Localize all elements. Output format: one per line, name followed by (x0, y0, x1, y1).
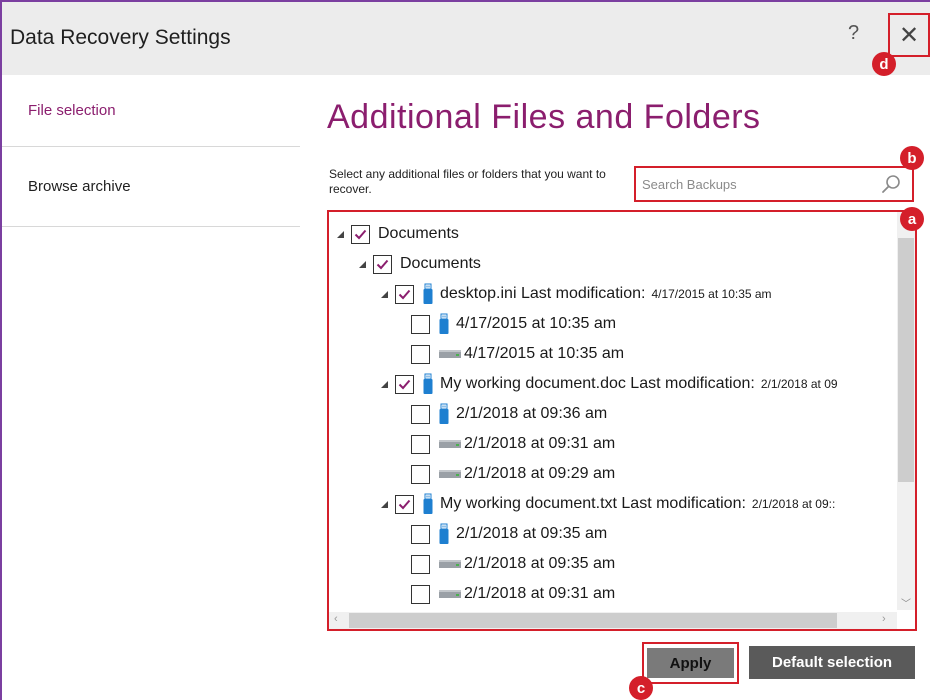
tree-row[interactable]: 2/1/2018 at 09:31 am (411, 582, 615, 606)
annotation-badge-b: b (900, 146, 924, 170)
tree-checkbox[interactable] (411, 314, 430, 334)
last-modification-value: 2/1/2018 at 09:: (751, 497, 836, 511)
tree-checkbox[interactable] (411, 554, 430, 574)
scroll-left-arrow-icon[interactable]: ‹ (334, 613, 338, 625)
hard-drive-icon (438, 558, 462, 570)
checkmark-icon (398, 289, 411, 299)
tree-checkbox[interactable] (411, 404, 430, 424)
search-box (634, 166, 914, 202)
default-selection-button[interactable]: Default selection (749, 646, 915, 679)
checkmark-icon (354, 229, 367, 239)
expand-triangle-icon[interactable] (379, 289, 389, 299)
tree-row[interactable]: 2/1/2018 at 09:31 am (411, 432, 615, 456)
checkmark-icon (376, 259, 389, 269)
hard-drive-icon (438, 348, 462, 360)
window-title: Data Recovery Settings (10, 26, 231, 49)
tree-item-label: Documents (400, 255, 481, 272)
usb-drive-icon (422, 493, 434, 515)
title-bar: Data Recovery Settings ? ✕ d (2, 0, 930, 76)
help-button[interactable]: ? (848, 22, 859, 45)
expand-triangle-icon[interactable] (335, 229, 345, 239)
horizontal-scrollbar[interactable]: ‹ › (329, 612, 897, 629)
tree-item-label: 4/17/2015 at 10:35 am (464, 345, 625, 362)
usb-drive-icon (422, 373, 434, 395)
tree-checkbox[interactable] (373, 254, 392, 274)
vertical-scrollbar-thumb[interactable] (898, 238, 914, 482)
close-icon: ✕ (898, 21, 920, 49)
tree-checkbox[interactable] (351, 224, 370, 244)
file-tree-panel: Documents Documents desktop.ini Last modif… (327, 210, 917, 631)
hard-drive-icon (438, 438, 462, 450)
sidebar-item-file-selection[interactable]: File selection (2, 75, 300, 147)
instructions-text: Select any additional files or folders t… (329, 167, 606, 196)
tree-row[interactable]: 2/1/2018 at 09:29 am (411, 462, 615, 486)
usb-drive-icon (438, 523, 450, 545)
scroll-down-arrow-icon[interactable]: ﹀ (901, 595, 911, 610)
tree-item-label: 2/1/2018 at 09:31 am (464, 585, 616, 602)
tree-checkbox[interactable] (395, 284, 414, 304)
tree-item-label: My working document.doc Last modificatio… (440, 375, 755, 392)
tree-checkbox[interactable] (411, 464, 430, 484)
tree-checkbox[interactable] (411, 344, 430, 364)
annotation-badge-d: d (872, 52, 896, 76)
vertical-scrollbar[interactable]: ﹀ (897, 212, 915, 610)
annotation-badge-a: a (900, 207, 924, 231)
tree-row[interactable]: My working document.txt Last modificatio… (379, 492, 835, 516)
tree-row[interactable]: Documents (357, 252, 481, 276)
tree-item-label: My working document.txt Last modificatio… (440, 495, 746, 512)
tree-row[interactable]: desktop.ini Last modification: 4/17/2015 … (379, 282, 772, 306)
tree-item-label: desktop.ini Last modification: (440, 285, 646, 302)
tree-checkbox[interactable] (395, 494, 414, 514)
tree-row[interactable]: 2/1/2018 at 09:36 am (411, 402, 607, 426)
tree-row[interactable]: 2/1/2018 at 09:35 am (411, 552, 615, 576)
page-title: Additional Files and Folders (327, 98, 761, 136)
tree-checkbox[interactable] (411, 524, 430, 544)
annotation-badge-c: c (629, 676, 653, 700)
tree-item-label: Documents (378, 225, 459, 242)
tree-item-label: 4/17/2015 at 10:35 am (456, 315, 617, 332)
tree-checkbox[interactable] (411, 584, 430, 604)
tree-row[interactable]: 4/17/2015 at 10:35 am (411, 342, 624, 366)
tree-item-label: 2/1/2018 at 09:36 am (456, 405, 608, 422)
scroll-right-arrow-icon[interactable]: › (882, 613, 886, 625)
expand-triangle-icon[interactable] (357, 259, 367, 269)
hard-drive-icon (438, 588, 462, 600)
last-modification-value: 4/17/2015 at 10:35 am (651, 287, 772, 301)
tree-checkbox[interactable] (395, 374, 414, 394)
tree-row[interactable]: 4/17/2015 at 10:35 am (411, 312, 616, 336)
tree-row[interactable]: 2/1/2018 at 09:35 am (411, 522, 607, 546)
tree-row[interactable]: My working document.doc Last modificatio… (379, 372, 838, 396)
tree-item-label: 2/1/2018 at 09:31 am (464, 435, 616, 452)
expand-triangle-icon[interactable] (379, 499, 389, 509)
search-input[interactable] (642, 174, 877, 194)
sidebar: File selection Browse archive (2, 75, 302, 700)
last-modification-value: 2/1/2018 at 09 (760, 377, 838, 391)
close-button[interactable]: ✕ (888, 13, 930, 57)
file-tree: Documents Documents desktop.ini Last modif… (329, 212, 895, 610)
usb-drive-icon (438, 403, 450, 425)
usb-drive-icon (422, 283, 434, 305)
usb-drive-icon (438, 313, 450, 335)
tree-checkbox[interactable] (411, 434, 430, 454)
checkmark-icon (398, 499, 411, 509)
tree-item-label: 2/1/2018 at 09:35 am (464, 555, 616, 572)
tree-row[interactable]: Documents (335, 222, 459, 246)
apply-button-highlight: Apply (642, 642, 739, 684)
apply-button[interactable]: Apply (647, 648, 734, 678)
hard-drive-icon (438, 468, 462, 480)
sidebar-item-browse-archive[interactable]: Browse archive (2, 147, 300, 227)
checkmark-icon (398, 379, 411, 389)
tree-item-label: 2/1/2018 at 09:35 am (456, 525, 608, 542)
data-recovery-settings-window: Data Recovery Settings ? ✕ d File select… (0, 0, 930, 700)
tree-item-label: 2/1/2018 at 09:29 am (464, 465, 616, 482)
expand-triangle-icon[interactable] (379, 379, 389, 389)
horizontal-scrollbar-thumb[interactable] (349, 613, 837, 628)
search-icon[interactable] (880, 173, 902, 195)
